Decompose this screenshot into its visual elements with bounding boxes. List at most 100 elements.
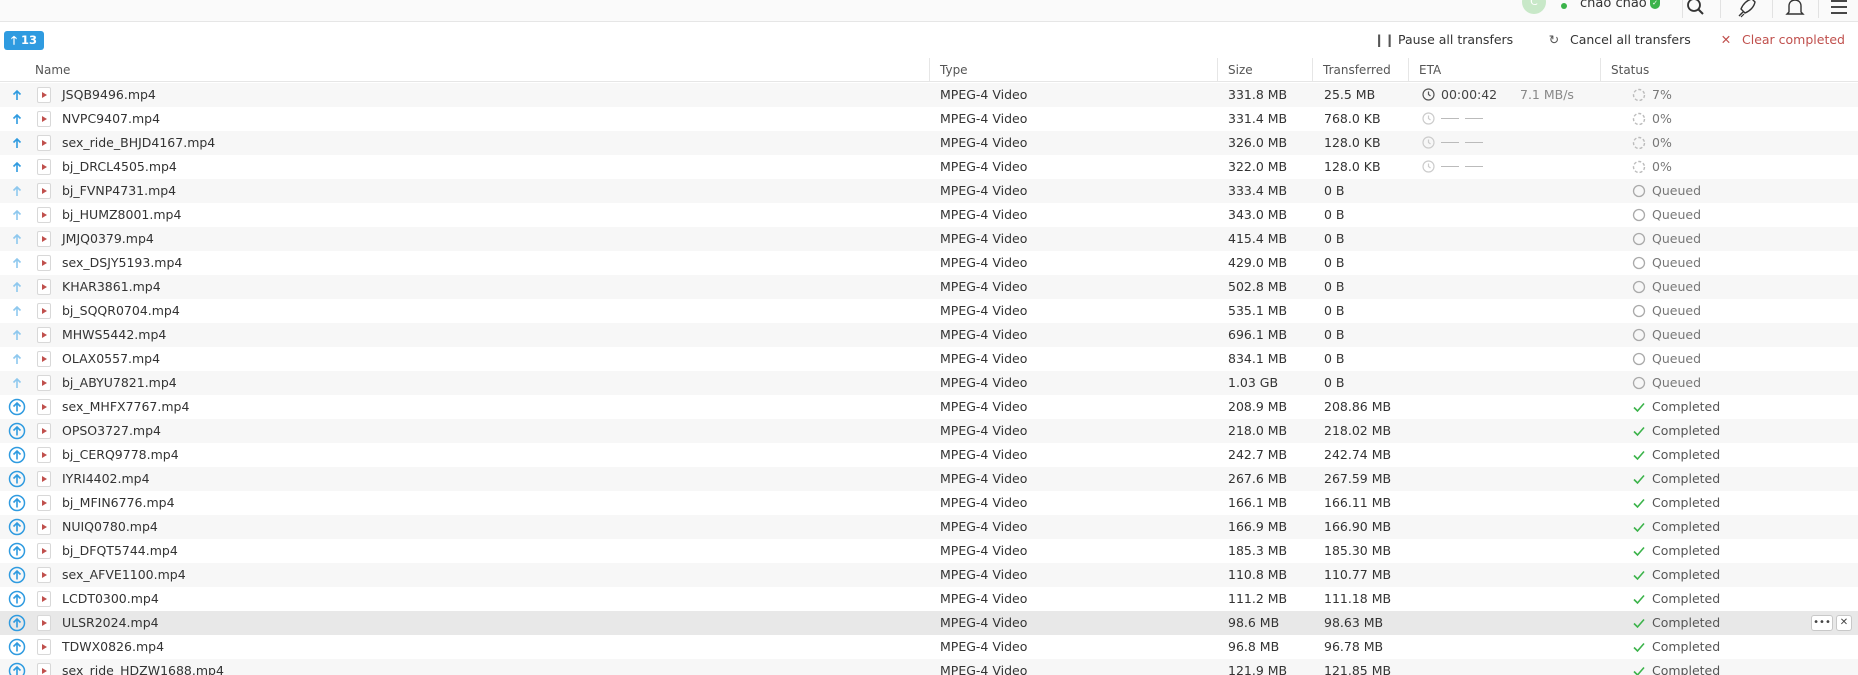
more-options-button[interactable]: ••• bbox=[1811, 615, 1833, 631]
column-header-type[interactable]: Type bbox=[929, 58, 1217, 82]
file-type: MPEG-4 Video bbox=[940, 471, 1028, 486]
file-size: 267.6 MB bbox=[1228, 471, 1288, 486]
table-row[interactable]: KHAR3861.mp4 MPEG-4 Video 502.8 MB 0 B Queue… bbox=[0, 275, 1858, 299]
upload-arrow-icon bbox=[12, 137, 22, 148]
upload-arrow-icon bbox=[8, 638, 26, 656]
table-row[interactable]: bj_SQQR0704.mp4 MPEG-4 Video 535.1 MB 0 B Qu… bbox=[0, 299, 1858, 323]
status-cell: Completed bbox=[1632, 491, 1720, 515]
search-icon[interactable] bbox=[1685, 0, 1707, 19]
clear-completed-button[interactable]: ✕ Clear completed bbox=[1718, 30, 1845, 50]
upload-arrow-icon bbox=[12, 161, 22, 172]
avatar[interactable]: C bbox=[1522, 0, 1546, 14]
column-header-name[interactable]: Name bbox=[25, 58, 929, 82]
table-row[interactable]: MHWS5442.mp4 MPEG-4 Video 696.1 MB 0 B Queue… bbox=[0, 323, 1858, 347]
table-row[interactable]: bj_CERQ9778.mp4 MPEG-4 Video 242.7 MB 242.7… bbox=[0, 443, 1858, 467]
status-text: Queued bbox=[1652, 279, 1701, 294]
cancel-all-label: Cancel all transfers bbox=[1570, 32, 1691, 47]
file-size: 322.0 MB bbox=[1228, 159, 1288, 174]
queued-icon bbox=[1632, 304, 1646, 318]
rocket-icon[interactable] bbox=[1736, 0, 1758, 19]
table-row[interactable]: bj_DRCL4505.mp4 MPEG-4 Video 322.0 MB 128.0… bbox=[0, 155, 1858, 179]
eta-value bbox=[1422, 131, 1489, 155]
table-row[interactable]: bj_ABYU7821.mp4 MPEG-4 Video 1.03 GB 0 B Que… bbox=[0, 371, 1858, 395]
file-name: JSQB9496.mp4 bbox=[62, 87, 156, 102]
checkmark-icon bbox=[1633, 522, 1645, 533]
status-cell: Completed bbox=[1632, 635, 1720, 659]
table-row[interactable]: bj_FVNP4731.mp4 MPEG-4 Video 333.4 MB 0 B Qu… bbox=[0, 179, 1858, 203]
file-type: MPEG-4 Video bbox=[940, 543, 1028, 558]
checkmark-icon bbox=[1633, 498, 1645, 509]
video-file-icon bbox=[37, 447, 51, 463]
transferred-amount: 110.77 MB bbox=[1324, 567, 1392, 582]
file-size: 208.9 MB bbox=[1228, 399, 1288, 414]
transfer-speed: 7.1 MB/s bbox=[1520, 87, 1574, 102]
upload-arrow-icon bbox=[8, 566, 26, 584]
remove-transfer-button[interactable]: ✕ bbox=[1836, 615, 1852, 631]
clock-icon bbox=[1422, 88, 1435, 101]
table-row[interactable]: bj_DFQT5744.mp4 MPEG-4 Video 185.3 MB 185.3… bbox=[0, 539, 1858, 563]
close-icon: ✕ bbox=[1720, 32, 1732, 47]
status-text: Completed bbox=[1652, 615, 1721, 630]
table-row[interactable]: ULSR2024.mp4 MPEG-4 Video 98.6 MB 98.63 MB C… bbox=[0, 611, 1858, 635]
table-row[interactable]: sex_AFVE1100.mp4 MPEG-4 Video 110.8 MB 110.… bbox=[0, 563, 1858, 587]
pause-all-button[interactable]: ❙❙ Pause all transfers bbox=[1374, 30, 1513, 50]
table-row[interactable]: JMJQ0379.mp4 MPEG-4 Video 415.4 MB 0 B Queue… bbox=[0, 227, 1858, 251]
upload-arrow-icon bbox=[8, 422, 26, 440]
table-row[interactable]: sex_ride_BHJD4167.mp4 MPEG-4 Video 326.0 M… bbox=[0, 131, 1858, 155]
clear-completed-label: Clear completed bbox=[1742, 32, 1845, 47]
bell-icon[interactable] bbox=[1784, 0, 1806, 19]
upload-arrow-icon bbox=[8, 518, 26, 536]
table-row[interactable]: sex_DSJY5193.mp4 MPEG-4 Video 429.0 MB 0 B Q… bbox=[0, 251, 1858, 275]
table-row[interactable]: sex_MHFX7767.mp4 MPEG-4 Video 208.9 MB 208.… bbox=[0, 395, 1858, 419]
column-header-transferred[interactable]: Transferred bbox=[1312, 58, 1408, 82]
video-file-icon bbox=[37, 471, 51, 487]
checkmark-icon bbox=[1633, 594, 1645, 605]
table-row[interactable]: bj_HUMZ8001.mp4 MPEG-4 Video 343.0 MB 0 B Qu… bbox=[0, 203, 1858, 227]
transferred-amount: 121.85 MB bbox=[1324, 663, 1392, 675]
column-header-status[interactable]: Status bbox=[1600, 58, 1858, 82]
status-text: Queued bbox=[1652, 231, 1701, 246]
upload-arrow-icon bbox=[12, 281, 22, 292]
table-row[interactable]: OPSO3727.mp4 MPEG-4 Video 218.0 MB 218.02 M… bbox=[0, 419, 1858, 443]
upload-arrow-icon bbox=[12, 233, 22, 244]
table-row[interactable]: TDWX0826.mp4 MPEG-4 Video 96.8 MB 96.78 MB C… bbox=[0, 635, 1858, 659]
file-name: NUIQ0780.mp4 bbox=[62, 519, 158, 534]
video-file-icon bbox=[37, 519, 51, 535]
status-cell: Completed bbox=[1632, 467, 1720, 491]
file-name: bj_ABYU7821.mp4 bbox=[62, 375, 177, 390]
status-cell: Completed bbox=[1632, 611, 1720, 635]
transferred-amount: 0 B bbox=[1324, 255, 1345, 270]
file-type: MPEG-4 Video bbox=[940, 447, 1028, 462]
table-row[interactable]: NVPC9407.mp4 MPEG-4 Video 331.4 MB 768.0 KB… bbox=[0, 107, 1858, 131]
table-row[interactable]: bj_MFIN6776.mp4 MPEG-4 Video 166.1 MB 166.1… bbox=[0, 491, 1858, 515]
file-name: ULSR2024.mp4 bbox=[62, 615, 159, 630]
table-row[interactable]: LCDT0300.mp4 MPEG-4 Video 111.2 MB 111.18 M… bbox=[0, 587, 1858, 611]
divider bbox=[1682, 0, 1683, 18]
username[interactable]: chao chao bbox=[1580, 0, 1647, 11]
file-size: 218.0 MB bbox=[1228, 423, 1288, 438]
cancel-all-button[interactable]: ↻ Cancel all transfers bbox=[1546, 30, 1691, 50]
online-status-dot bbox=[1561, 3, 1567, 9]
table-row[interactable]: JSQB9496.mp4 MPEG-4 Video 331.8 MB 25.5 MB 0… bbox=[0, 83, 1858, 107]
file-name: OLAX0557.mp4 bbox=[62, 351, 161, 366]
file-type: MPEG-4 Video bbox=[940, 663, 1028, 675]
status-text: Completed bbox=[1652, 399, 1721, 414]
transferred-amount: 0 B bbox=[1324, 303, 1345, 318]
video-file-icon bbox=[37, 279, 51, 295]
table-row[interactable]: IYRI4402.mp4 MPEG-4 Video 267.6 MB 267.59 M… bbox=[0, 467, 1858, 491]
table-row[interactable]: NUIQ0780.mp4 MPEG-4 Video 166.9 MB 166.90 M… bbox=[0, 515, 1858, 539]
upload-count-badge[interactable]: 🡑 13 bbox=[4, 31, 45, 50]
file-size: 696.1 MB bbox=[1228, 327, 1288, 342]
column-header-size[interactable]: Size bbox=[1217, 58, 1312, 82]
file-name: sex_MHFX7767.mp4 bbox=[62, 399, 190, 414]
file-size: 242.7 MB bbox=[1228, 447, 1288, 462]
menu-icon[interactable] bbox=[1828, 0, 1850, 19]
file-name: LCDT0300.mp4 bbox=[62, 591, 159, 606]
table-row[interactable]: sex_ride_HDZW1688.mp4 MPEG-4 Video 121.9 M… bbox=[0, 659, 1858, 675]
table-row[interactable]: OLAX0557.mp4 MPEG-4 Video 834.1 MB 0 B Queue… bbox=[0, 347, 1858, 371]
transferred-amount: 128.0 KB bbox=[1324, 135, 1381, 150]
file-name: JMJQ0379.mp4 bbox=[62, 231, 154, 246]
column-header-eta[interactable]: ETA bbox=[1408, 58, 1600, 82]
file-name: sex_ride_HDZW1688.mp4 bbox=[62, 663, 224, 675]
status-cell: Completed bbox=[1632, 659, 1720, 675]
